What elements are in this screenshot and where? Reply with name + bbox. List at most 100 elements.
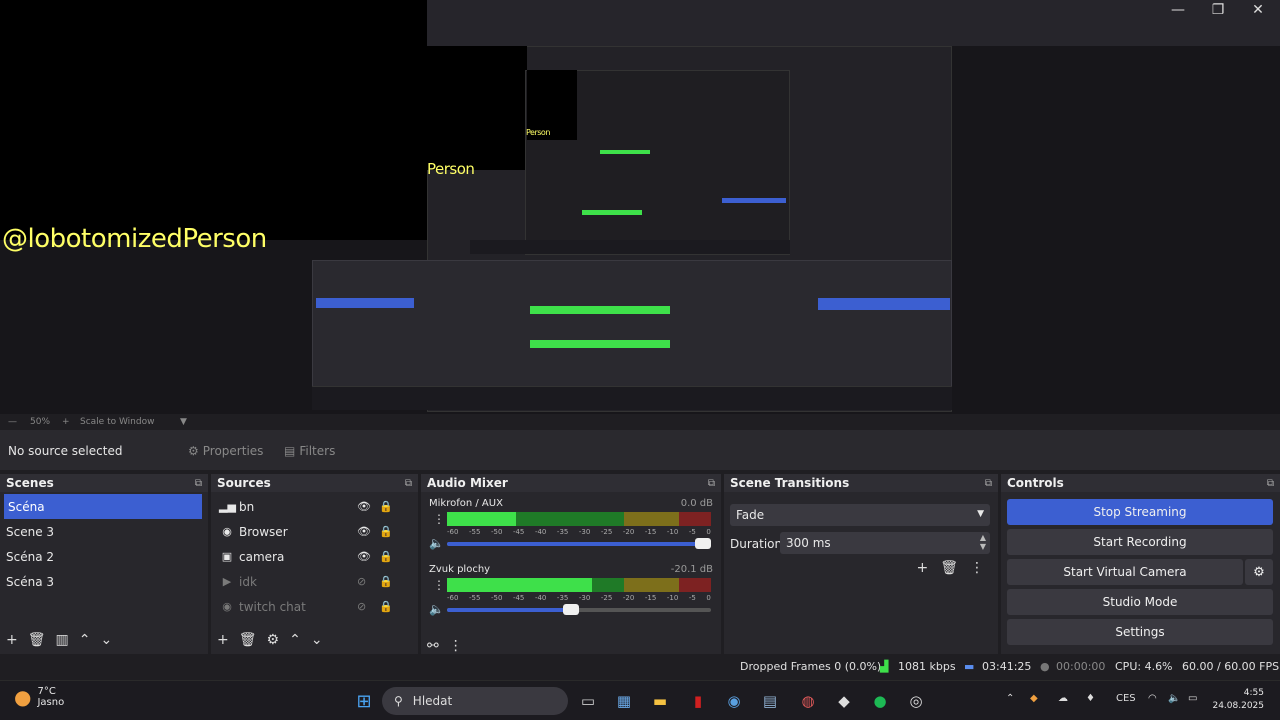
trash-icon[interactable]: 🗑 (940, 560, 958, 576)
lock-icon[interactable]: 🔒 (379, 600, 393, 613)
roblox-icon[interactable]: ◆ (832, 689, 856, 713)
preview-recursive-stop-button (818, 298, 950, 310)
volume-slider[interactable] (447, 604, 711, 615)
studio-mode-button[interactable]: Studio Mode (1007, 589, 1273, 615)
meter-tick-label: -55 (468, 594, 481, 602)
volume-slider[interactable] (447, 538, 711, 549)
kebab-menu-icon[interactable]: ⋮ (433, 512, 445, 526)
source-item[interactable]: ▣ camera 👁 🔒 (211, 544, 418, 569)
zoom-percent[interactable]: 50% (30, 417, 50, 427)
meter-tick-label: -35 (556, 594, 569, 602)
lock-icon[interactable]: 🔒 (379, 525, 393, 538)
minimize-icon[interactable]: — (1170, 2, 1186, 18)
chevron-down-icon[interactable]: ⌄ (311, 632, 323, 648)
onedrive-icon[interactable]: ☁ (1058, 693, 1068, 704)
maximize-icon[interactable]: ❐ (1210, 2, 1226, 18)
chevron-up-icon[interactable]: ⌃ (79, 632, 91, 648)
slider-handle[interactable] (695, 538, 711, 549)
kebab-menu-icon[interactable]: ⋮ (433, 578, 445, 592)
source-item[interactable]: ◉ twitch chat ⊘ 🔒 (211, 594, 418, 619)
preview-canvas[interactable]: — ❐ ✕ @lobotomizedPerson Person Person (0, 0, 1280, 414)
speaker-icon[interactable]: 🔈 (429, 536, 444, 550)
zoom-plus-icon[interactable]: + (62, 417, 70, 427)
kebab-menu-icon[interactable]: ⋮ (449, 638, 463, 654)
tray-mic-icon[interactable]: ♦ (1086, 693, 1095, 704)
link-icon[interactable]: ⚯ (427, 638, 439, 654)
source-item[interactable]: ▶ idk ⊘ 🔒 (211, 569, 418, 594)
zoom-mode[interactable]: Scale to Window (80, 417, 154, 427)
browser-icon[interactable]: ◉ (722, 689, 746, 713)
spinner-icon[interactable]: ▲ ▼ (980, 533, 986, 551)
settings-button[interactable]: Settings (1007, 619, 1273, 645)
filter-icon[interactable]: ▥ (56, 632, 69, 648)
dock-undock-icon[interactable]: ⧉ (405, 478, 412, 489)
obs-icon[interactable]: ◎ (904, 689, 928, 713)
wifi-icon[interactable]: ◠ (1148, 693, 1157, 704)
taskbar-clock[interactable]: 4:55 24.08.2025 (1212, 687, 1264, 713)
lock-icon[interactable]: 🔒 (379, 575, 393, 588)
gear-icon[interactable]: ⚙ (1245, 559, 1273, 585)
meter-ticks: -60 -55 -50 -45 -40 -35 -30 -25 -20 -15 -10 -5 0 (447, 528, 711, 536)
gear-icon[interactable]: ⚙ (267, 632, 280, 648)
meter-tick-label: -35 (556, 528, 569, 536)
task-view-icon[interactable]: ▭ (576, 689, 600, 713)
eye-icon[interactable]: 👁 (357, 500, 371, 513)
battery-icon[interactable]: ▭ (1188, 693, 1197, 704)
chevron-up-icon[interactable]: ⌃ (289, 632, 301, 648)
scene-item[interactable]: Scéna 2 (0, 544, 208, 569)
scenes-toolbar: + 🗑 ▥ ⌃ ⌄ (0, 626, 208, 654)
spotify-icon[interactable]: ● (868, 689, 892, 713)
file-explorer-icon[interactable]: ▬ (648, 689, 672, 713)
start-recording-button[interactable]: Start Recording (1007, 529, 1273, 555)
trash-icon[interactable]: 🗑 (239, 632, 257, 648)
speaker-icon[interactable]: 🔈 (429, 602, 444, 616)
chevron-down-icon[interactable]: ▼ (180, 417, 187, 427)
taskbar-search[interactable]: ⚲ Hledat (382, 687, 568, 715)
start-virtual-camera-button[interactable]: Start Virtual Camera (1007, 559, 1243, 585)
weather-widget[interactable]: ● 7°C Jasno (14, 685, 64, 709)
record-time: 00:00:00 (1056, 660, 1106, 673)
meter-level (447, 578, 592, 592)
add-icon[interactable]: + (6, 632, 18, 648)
kebab-menu-icon[interactable]: ⋮ (970, 560, 984, 576)
slider-handle[interactable] (563, 604, 579, 615)
volume-icon[interactable]: 🔈 (1168, 693, 1180, 704)
add-icon[interactable]: + (916, 560, 928, 576)
stop-streaming-button[interactable]: Stop Streaming (1007, 499, 1273, 525)
language-indicator[interactable]: CES (1116, 693, 1136, 704)
zoom-minus-icon[interactable]: — (8, 417, 17, 427)
windows-start-icon[interactable]: ⊞ (352, 689, 376, 713)
add-icon[interactable]: + (217, 632, 229, 648)
properties-button[interactable]: ⚙ Properties (182, 439, 269, 463)
tray-chevron-up-icon[interactable]: ⌃ (1006, 693, 1014, 704)
scene-item[interactable]: Scene 3 (0, 519, 208, 544)
dock-title: Sources (217, 476, 271, 490)
trash-icon[interactable]: 🗑 (28, 632, 46, 648)
filters-button[interactable]: ▤ Filters (278, 439, 341, 463)
duration-input[interactable]: 300 ms ▲ ▼ (780, 532, 990, 554)
source-item[interactable]: ▂▅ bn 👁 🔒 (211, 494, 418, 519)
eye-hidden-icon[interactable]: ⊘ (357, 600, 366, 613)
globe-icon: ◉ (222, 525, 232, 538)
dock-undock-icon[interactable]: ⧉ (708, 478, 715, 489)
photos-icon[interactable]: ▤ (758, 689, 782, 713)
calculator-icon[interactable]: ▦ (612, 689, 636, 713)
red-app-icon[interactable]: ▮ (686, 689, 710, 713)
dock-undock-icon[interactable]: ⧉ (195, 478, 202, 489)
lock-icon[interactable]: 🔒 (379, 500, 393, 513)
tray-app-icon[interactable]: ◆ (1030, 693, 1038, 704)
eye-icon[interactable]: 👁 (357, 550, 371, 563)
scene-item[interactable]: Scéna 3 (0, 569, 208, 594)
eye-icon[interactable]: 👁 (357, 525, 371, 538)
lock-icon[interactable]: 🔒 (379, 550, 393, 563)
scene-item[interactable]: Scéna (4, 494, 202, 519)
source-item[interactable]: ◉ Browser 👁 🔒 (211, 519, 418, 544)
close-icon[interactable]: ✕ (1250, 2, 1266, 18)
stream-icon: ▬ (964, 660, 975, 673)
transition-select[interactable]: Fade ▼ (730, 504, 990, 526)
chevron-down-icon[interactable]: ⌄ (100, 632, 112, 648)
chevron-down-icon: ▼ (977, 509, 984, 519)
eye-hidden-icon[interactable]: ⊘ (357, 575, 366, 588)
chrome-icon[interactable]: ◍ (796, 689, 820, 713)
meter-tick-label: -50 (490, 528, 503, 536)
